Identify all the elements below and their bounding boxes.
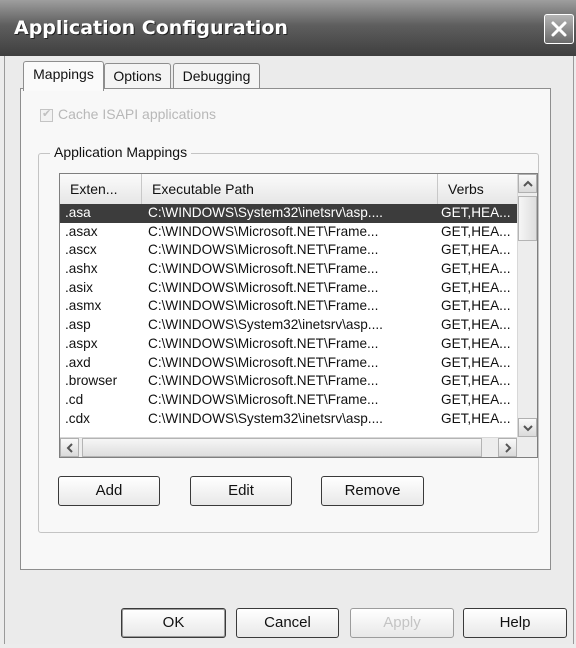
table-row[interactable]: .asmx C:\WINDOWS\Microsoft.NET\Frame... GE… <box>60 297 517 316</box>
tab-mappings-label: Mappings <box>33 66 94 82</box>
list-rows: .asa C:\WINDOWS\System32\inetsrv\asp.... G… <box>60 204 517 444</box>
list-header: Exten... Executable Path Verbs <box>60 174 517 205</box>
cell-extension: .ashx <box>65 261 98 277</box>
column-header-executable-path[interactable]: Executable Path <box>142 174 438 204</box>
cell-executable-path: C:\WINDOWS\Microsoft.NET\Frame... <box>148 335 379 351</box>
cell-executable-path: C:\WINDOWS\Microsoft.NET\Frame... <box>148 223 379 239</box>
cell-verbs: GET,HEA... <box>441 373 511 389</box>
scroll-left-button[interactable] <box>60 438 79 457</box>
table-row[interactable]: .asax C:\WINDOWS\Microsoft.NET\Frame... GE… <box>60 223 517 242</box>
checkmark-icon: ✔ <box>42 108 52 120</box>
cancel-button-label: Cancel <box>264 614 311 631</box>
apply-button-label: Apply <box>383 614 421 631</box>
edit-button-label: Edit <box>228 482 254 499</box>
cell-verbs: GET,HEA... <box>441 317 511 333</box>
cell-extension: .axd <box>65 354 91 370</box>
column-header-verbs[interactable]: Verbs <box>438 174 517 204</box>
cell-executable-path: C:\WINDOWS\Microsoft.NET\Frame... <box>148 391 379 407</box>
tab-debugging-label: Debugging <box>182 68 251 84</box>
table-row[interactable]: .ashx C:\WINDOWS\Microsoft.NET\Frame... GE… <box>60 260 517 279</box>
table-row[interactable]: .cd C:\WINDOWS\Microsoft.NET\Frame... GET,… <box>60 391 517 410</box>
chevron-right-icon <box>504 442 511 453</box>
cell-executable-path: C:\WINDOWS\System32\inetsrv\asp.... <box>148 410 383 426</box>
tab-debugging[interactable]: Debugging <box>173 63 260 89</box>
application-mappings-label: Application Mappings <box>50 144 192 160</box>
cache-isapi-checkbox[interactable]: ✔ <box>40 108 53 122</box>
cancel-button[interactable]: Cancel <box>236 608 339 638</box>
edit-button[interactable]: Edit <box>190 476 292 506</box>
cell-extension: .asp <box>65 317 91 333</box>
cell-executable-path: C:\WINDOWS\Microsoft.NET\Frame... <box>148 261 379 277</box>
cell-executable-path: C:\WINDOWS\Microsoft.NET\Frame... <box>148 298 379 314</box>
table-row[interactable]: .ascx C:\WINDOWS\Microsoft.NET\Frame... GE… <box>60 241 517 260</box>
cell-extension: .asax <box>65 223 98 239</box>
cell-extension: .browser <box>65 373 118 389</box>
horizontal-scroll-thumb[interactable] <box>82 438 482 457</box>
scroll-down-button[interactable] <box>518 418 537 437</box>
cell-extension: .asa <box>65 205 91 220</box>
table-row[interactable]: .browser C:\WINDOWS\Microsoft.NET\Frame..… <box>60 372 517 391</box>
close-button[interactable] <box>544 14 574 44</box>
chevron-down-icon <box>522 424 533 431</box>
help-button-label: Help <box>499 614 531 631</box>
cell-verbs: GET,HEA... <box>441 261 511 277</box>
cell-extension: .cd <box>65 391 84 407</box>
close-icon <box>551 21 567 37</box>
help-button[interactable]: Help <box>463 608 567 638</box>
cell-verbs: GET,HEA... <box>441 223 511 239</box>
title-bar: Application Configuration <box>0 0 576 56</box>
cell-extension: .aspx <box>65 335 98 351</box>
cell-extension: .ascx <box>65 242 97 258</box>
table-row[interactable]: .aspx C:\WINDOWS\Microsoft.NET\Frame... GE… <box>60 335 517 354</box>
cache-isapi-label: Cache ISAPI applications <box>58 106 216 122</box>
ok-button-label: OK <box>162 614 185 631</box>
cell-executable-path: C:\WINDOWS\Microsoft.NET\Frame... <box>148 242 379 258</box>
cell-extension: .asmx <box>65 298 102 314</box>
cell-executable-path: C:\WINDOWS\Microsoft.NET\Frame... <box>148 279 379 295</box>
cell-verbs: GET,HEA... <box>441 205 511 220</box>
vertical-scrollbar[interactable] <box>517 174 537 437</box>
cell-verbs: GET,HEA... <box>441 279 511 295</box>
remove-button-label: Remove <box>344 482 401 499</box>
chevron-up-icon <box>522 180 533 187</box>
cell-verbs: GET,HEA... <box>441 335 511 351</box>
cell-verbs: GET,HEA... <box>441 391 511 407</box>
cell-verbs: GET,HEA... <box>441 298 511 314</box>
cell-extension: .asix <box>65 279 93 295</box>
scroll-right-button[interactable] <box>498 438 517 457</box>
table-row[interactable]: .axd C:\WINDOWS\Microsoft.NET\Frame... GET… <box>60 354 517 373</box>
chevron-left-icon <box>66 442 73 453</box>
table-row[interactable]: .asp C:\WINDOWS\System32\inetsrv\asp.... G… <box>60 316 517 335</box>
scroll-up-button[interactable] <box>518 174 537 193</box>
add-button-label: Add <box>95 482 123 499</box>
tab-options-label: Options <box>113 68 162 84</box>
tab-options[interactable]: Options <box>104 63 171 89</box>
cell-executable-path: C:\WINDOWS\Microsoft.NET\Frame... <box>148 354 379 370</box>
scrollbar-corner <box>517 437 537 457</box>
mappings-list[interactable]: Exten... Executable Path Verbs .asa C:\WI… <box>59 173 538 458</box>
cell-executable-path: C:\WINDOWS\System32\inetsrv\asp.... <box>148 205 383 220</box>
apply-button[interactable]: Apply <box>350 608 454 638</box>
cell-executable-path: C:\WINDOWS\System32\inetsrv\asp.... <box>148 317 383 333</box>
column-header-extension[interactable]: Exten... <box>60 174 142 204</box>
table-row[interactable]: .cdx C:\WINDOWS\System32\inetsrv\asp.... G… <box>60 410 517 429</box>
remove-button[interactable]: Remove <box>321 476 424 506</box>
cell-executable-path: C:\WINDOWS\Microsoft.NET\Frame... <box>148 373 379 389</box>
table-row[interactable]: .asa C:\WINDOWS\System32\inetsrv\asp.... G… <box>60 204 517 223</box>
vertical-scroll-thumb[interactable] <box>518 196 537 241</box>
cell-verbs: GET,HEA... <box>441 354 511 370</box>
horizontal-scrollbar[interactable] <box>60 437 517 457</box>
tab-mappings[interactable]: Mappings <box>23 61 104 91</box>
cell-verbs: GET,HEA... <box>441 410 511 426</box>
add-button[interactable]: Add <box>58 476 160 506</box>
cell-verbs: GET,HEA... <box>441 242 511 258</box>
window-title: Application Configuration <box>14 17 288 39</box>
ok-button[interactable]: OK <box>121 608 226 638</box>
table-row[interactable]: .asix C:\WINDOWS\Microsoft.NET\Frame... GE… <box>60 279 517 298</box>
cell-extension: .cdx <box>65 410 90 426</box>
